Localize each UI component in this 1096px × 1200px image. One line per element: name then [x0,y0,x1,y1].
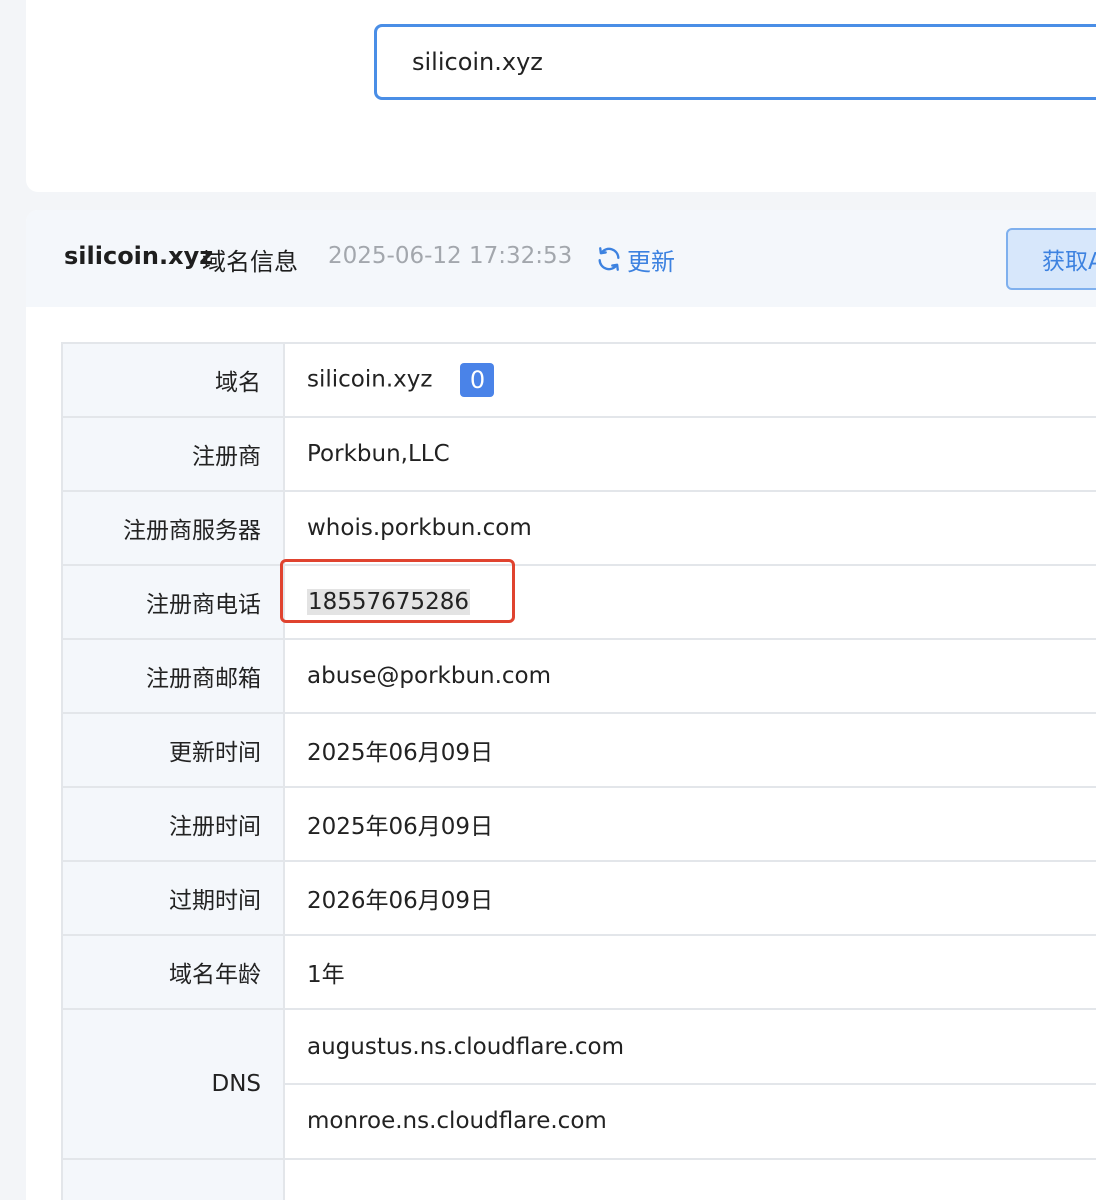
registrar-phone-value: 18557675286 [307,589,470,615]
table-row: 域名年龄 1年 [61,934,1096,1010]
header-domain-name: silicoin.xyz [64,242,214,270]
table-row [61,1158,1096,1200]
domain-info-panel: silicoin.xyz 域名信息 2025-06-12 17:32:53 更新… [26,210,1096,1200]
refresh-icon [595,245,623,273]
whois-table: 域名 silicoin.xyz 0 注册商 Porkbun,LLC 注册商服务器 … [61,342,1096,1200]
table-row: 过期时间 2026年06月09日 [61,860,1096,936]
table-row: 注册商电话 18557675286 [61,559,1096,640]
expiry-date-value: 2026年06月09日 [283,860,1096,936]
table-row: 注册商 Porkbun,LLC [61,416,1096,492]
fetch-button[interactable]: 获取A [1006,228,1096,290]
row-value: 18557675286 [280,559,1096,640]
domain-count-badge[interactable]: 0 [460,363,495,397]
row-label [61,1158,285,1200]
row-value [283,1158,1096,1200]
panel-header: silicoin.xyz 域名信息 2025-06-12 17:32:53 更新… [26,210,1096,307]
registrar-email-value: abuse@porkbun.com [283,638,1096,714]
row-label: 注册商 [61,416,285,492]
search-card [26,0,1096,192]
table-row: 域名 silicoin.xyz 0 [61,342,1096,418]
refresh-label: 更新 [627,247,675,276]
page: silicoin.xyz 域名信息 2025-06-12 17:32:53 更新… [0,0,1096,1200]
row-label: 域名年龄 [61,934,285,1010]
dns-cell: augustus.ns.cloudflare.com monroe.ns.clo… [283,1008,1096,1160]
header-title: 域名信息 [202,248,298,276]
row-label: 过期时间 [61,860,285,936]
dns-server: augustus.ns.cloudflare.com [307,1034,624,1060]
table-row: 更新时间 2025年06月09日 [61,712,1096,788]
row-label: 更新时间 [61,712,285,788]
table-row: 注册时间 2025年06月09日 [61,786,1096,862]
dns-server: monroe.ns.cloudflare.com [307,1108,607,1134]
dns-server-item: augustus.ns.cloudflare.com [285,1011,1096,1083]
table-row: DNS augustus.ns.cloudflare.com monroe.ns… [61,1008,1096,1160]
row-label: 注册商邮箱 [61,638,285,714]
table-row: 注册商服务器 whois.porkbun.com [61,490,1096,566]
row-label: DNS [61,1008,285,1160]
domain-value: silicoin.xyz [307,366,433,393]
domain-age-value: 1年 [283,934,1096,1010]
registrar-value: Porkbun,LLC [283,416,1096,492]
row-label: 域名 [61,342,285,418]
updated-date-value: 2025年06月09日 [283,712,1096,788]
row-label: 注册时间 [61,786,285,862]
phone-wrap: 18557675286 [280,559,515,623]
refresh-button[interactable]: 更新 [595,239,675,279]
domain-search-input[interactable] [374,24,1096,100]
table-row: 注册商邮箱 abuse@porkbun.com [61,638,1096,714]
row-label: 注册商电话 [61,564,285,640]
query-timestamp: 2025-06-12 17:32:53 [328,243,573,269]
dns-server-item: monroe.ns.cloudflare.com [285,1083,1096,1157]
created-date-value: 2025年06月09日 [283,786,1096,862]
registrar-server-value: whois.porkbun.com [283,490,1096,566]
row-value: silicoin.xyz 0 [283,342,1096,418]
row-label: 注册商服务器 [61,490,285,566]
